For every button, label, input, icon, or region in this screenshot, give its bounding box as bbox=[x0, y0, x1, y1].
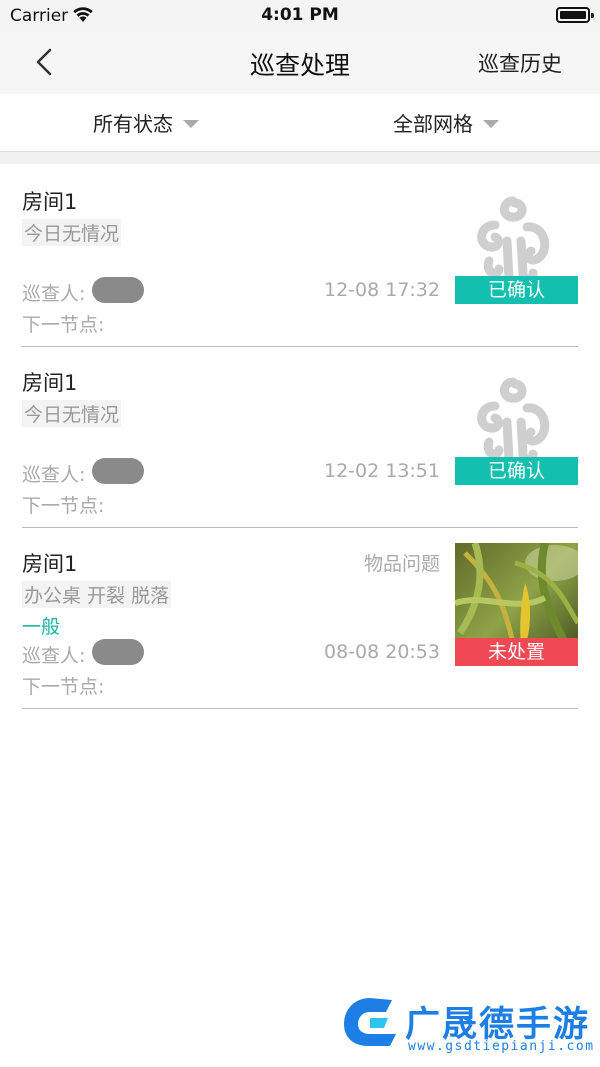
list-item[interactable]: 房间1 今日无情况 巡查人: 12-02 13:51 下一节点: 已确认 bbox=[0, 347, 600, 528]
grid-filter-dropdown[interactable]: 全部网格 bbox=[393, 108, 499, 137]
next-node-label: 下一节点: bbox=[22, 495, 105, 517]
record-date: 08-08 20:53 bbox=[323, 641, 440, 663]
redacted-inspector-name bbox=[92, 639, 144, 665]
battery-icon bbox=[556, 7, 594, 23]
triangle-down-icon bbox=[483, 119, 499, 128]
watermark-logo-icon bbox=[344, 998, 396, 1046]
record-title: 房间1 bbox=[22, 371, 78, 395]
clock: 4:01 PM bbox=[261, 5, 339, 25]
status-badge: 已确认 bbox=[455, 276, 578, 304]
record-category: 物品问题 bbox=[363, 553, 440, 575]
inspection-history-button[interactable]: 巡查历史 bbox=[478, 48, 562, 78]
redacted-inspector-name bbox=[92, 277, 144, 303]
status-badge: 已确认 bbox=[455, 457, 578, 485]
list-item[interactable]: 房间1 今日无情况 巡查人: 12-08 17:32 下一节点: 已确认 bbox=[0, 166, 600, 347]
grid-filter-label: 全部网格 bbox=[393, 112, 473, 136]
chevron-left-icon bbox=[36, 48, 52, 76]
nav-bar: 巡查处理 巡查历史 bbox=[0, 32, 600, 94]
redacted-inspector-name bbox=[92, 458, 144, 484]
back-button[interactable] bbox=[28, 44, 64, 80]
status-badge: 未处置 bbox=[455, 638, 578, 666]
severity-level: 一般 bbox=[22, 616, 61, 638]
section-divider bbox=[0, 152, 600, 164]
inspector-label: 巡查人: bbox=[22, 645, 86, 667]
record-description: 办公桌 开裂 脱落 bbox=[22, 581, 172, 608]
watermark-url: www.gsdtiepianji.com bbox=[408, 1039, 595, 1054]
record-description: 今日无情况 bbox=[22, 400, 122, 427]
row-divider bbox=[22, 708, 578, 709]
record-description: 今日无情况 bbox=[22, 219, 122, 246]
status-filter-label: 所有状态 bbox=[93, 112, 173, 136]
record-title: 房间1 bbox=[22, 190, 78, 214]
filter-bar: 所有状态 全部网格 bbox=[0, 94, 600, 152]
inspector-label: 巡查人: bbox=[22, 464, 86, 486]
list-item[interactable]: 房间1 物品问题 办公桌 开裂 脱落 一般 巡查人: 08-08 20:53 下… bbox=[0, 528, 600, 709]
record-date: 12-08 17:32 bbox=[323, 279, 440, 301]
record-date: 12-02 13:51 bbox=[323, 460, 440, 482]
status-filter-dropdown[interactable]: 所有状态 bbox=[93, 108, 199, 137]
next-node-label: 下一节点: bbox=[22, 676, 105, 698]
next-node-label: 下一节点: bbox=[22, 314, 105, 336]
inspector-label: 巡查人: bbox=[22, 283, 86, 305]
status-bar: Carrier 4:01 PM bbox=[0, 0, 600, 32]
record-title: 房间1 bbox=[22, 552, 78, 576]
triangle-down-icon bbox=[183, 119, 199, 128]
